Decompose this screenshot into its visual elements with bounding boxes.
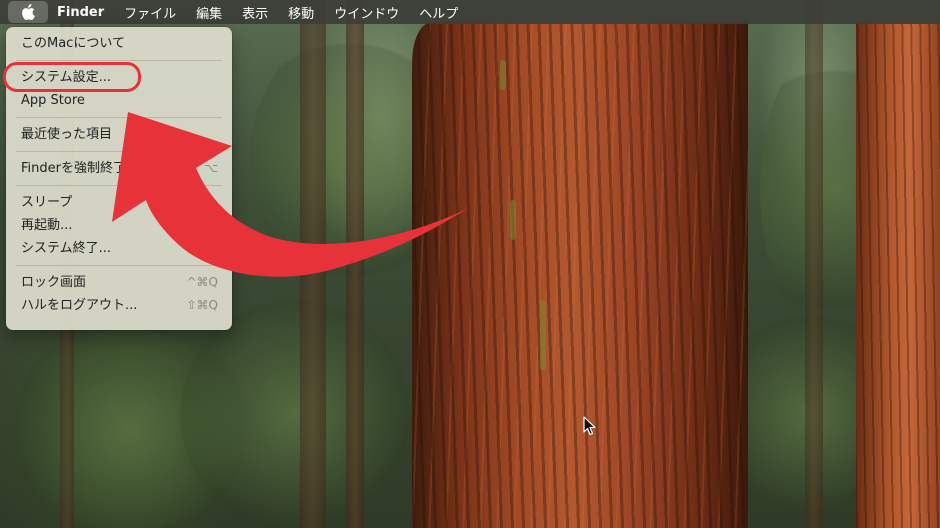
menu-item-shutdown[interactable]: システム終了...: [6, 237, 232, 260]
menu-item-app-store[interactable]: App Store: [6, 89, 232, 112]
menu-edit[interactable]: 編集: [186, 3, 232, 22]
menu-item-label: 最近使った項目: [21, 127, 113, 142]
menu-item-label: 再起動...: [21, 218, 73, 233]
menu-item-shortcut: ⌥: [204, 161, 218, 175]
menu-separator: [16, 60, 222, 61]
menu-help[interactable]: ヘルプ: [409, 3, 468, 22]
menu-app-finder[interactable]: Finder: [48, 5, 114, 20]
menu-item-lock-screen[interactable]: ロック画面 ^⌘Q: [6, 271, 232, 294]
menu-item-label: スリープ: [21, 195, 73, 210]
menu-separator: [16, 117, 222, 118]
menu-item-recent-items[interactable]: 最近使った項目: [6, 123, 232, 146]
menu-item-shortcut: ^⌘Q: [186, 275, 219, 289]
menu-go[interactable]: 移動: [278, 3, 324, 22]
menu-item-label: Finderを強制終了: [21, 161, 126, 176]
menu-file[interactable]: ファイル: [114, 3, 186, 22]
menu-item-shortcut: ⇧⌘Q: [186, 298, 219, 312]
apple-menu-button[interactable]: [8, 1, 48, 23]
menu-item-about-this-mac[interactable]: このMacについて: [6, 32, 232, 55]
sequoia-trunk-right: [856, 22, 940, 528]
menu-item-logout[interactable]: ハルをログアウト... ⇧⌘Q: [6, 294, 232, 317]
menu-item-restart[interactable]: 再起動...: [6, 214, 232, 237]
menu-item-label: ハルをログアウト...: [21, 298, 138, 313]
menu-item-label: ロック画面: [21, 275, 87, 290]
menu-item-force-quit[interactable]: Finderを強制終了 ⌥: [6, 157, 232, 180]
menu-bar: Finder ファイル 編集 表示 移動 ウインドウ ヘルプ: [0, 0, 940, 24]
menu-item-label: App Store: [21, 93, 85, 108]
sequoia-trunk: [412, 22, 748, 528]
apple-logo-icon: [22, 4, 35, 20]
menu-item-label: システム終了...: [21, 241, 112, 256]
menu-window[interactable]: ウインドウ: [324, 3, 409, 22]
annotation-highlight-ring: [3, 62, 141, 92]
menu-separator: [16, 265, 222, 266]
menu-item-sleep[interactable]: スリープ: [6, 191, 232, 214]
menu-item-label: このMacについて: [21, 36, 125, 51]
mouse-pointer-icon: [583, 416, 596, 436]
menu-separator: [16, 185, 222, 186]
menu-view[interactable]: 表示: [232, 3, 278, 22]
menu-separator: [16, 151, 222, 152]
